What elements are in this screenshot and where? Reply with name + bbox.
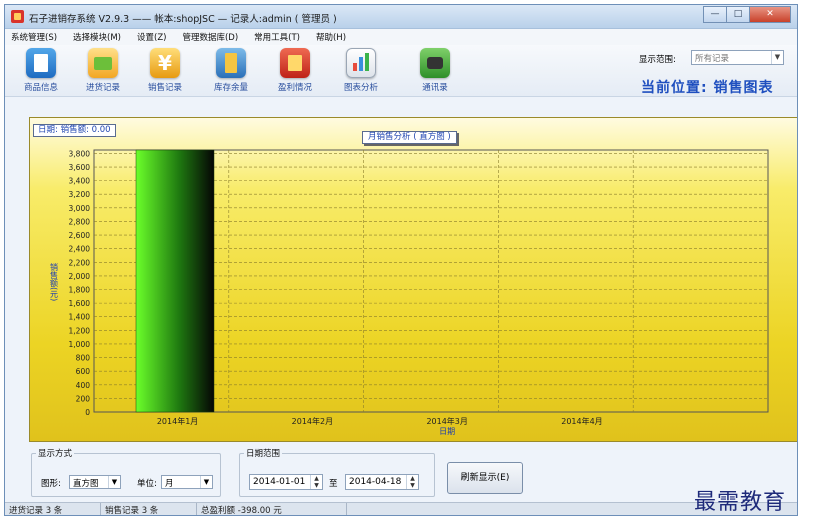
refresh-button[interactable]: 刷新显示(E) (447, 462, 523, 494)
display-mode-group: 显示方式 (31, 447, 221, 497)
close-button[interactable]: ✕ (749, 6, 791, 23)
y-tick-label: 2,600 (69, 231, 91, 240)
to-label: 至 (329, 479, 338, 489)
minimize-button[interactable]: — (703, 6, 727, 23)
y-tick-label: 600 (76, 367, 91, 376)
window-controls: — □ ✕ (703, 6, 791, 23)
y-tick-label: 200 (76, 394, 91, 403)
y-tick-label: 3,200 (69, 190, 91, 199)
x-axis-label: 日期 (439, 427, 455, 436)
sales-chart: 0 200 400 600 800 1,000 1,200 1,400 1,600 1,800 2,… (50, 149, 769, 436)
y-tick-label: 3,000 (69, 204, 91, 213)
date-from-field[interactable]: 2014-01-01 ▲ ▼ (249, 474, 323, 490)
tool-label: 销售记录 (147, 83, 182, 93)
tool-product-info[interactable]: 商品信息 (13, 48, 69, 93)
tool-label: 盈利情况 (277, 83, 312, 93)
tool-label: 图表分析 (343, 83, 378, 93)
menu-settings[interactable]: 设置(Z) (137, 31, 166, 43)
status-purchase-count: 进货记录 3 条 (5, 503, 101, 515)
menu-tools[interactable]: 常用工具(T) (254, 31, 300, 43)
date-to-value: 2014-04-18 (349, 477, 402, 487)
tool-label: 进货记录 (85, 83, 120, 93)
tool-label: 库存余量 (213, 83, 248, 93)
toolbar: 商品信息 进货记录 销售记录 库存余量 盈利情况 图表分析 (5, 45, 797, 97)
spin-arrows-icon[interactable]: ▲ ▼ (406, 475, 418, 489)
y-tick-label: 1,400 (69, 313, 91, 322)
unit-select[interactable]: 月 ▼ (161, 475, 213, 489)
bar (135, 149, 215, 413)
tool-profit[interactable]: 盈利情况 (267, 48, 323, 93)
x-tick-label: 2014年4月 (561, 416, 602, 426)
tool-address-book[interactable]: 通讯录 (407, 48, 463, 93)
status-bar: 进货记录 3 条 销售记录 3 条 总盈利额 -398.00 元 (5, 502, 797, 515)
x-tick-label: 2014年1月 (157, 416, 198, 426)
x-tick-label: 2014年3月 (426, 416, 467, 426)
chevron-down-icon[interactable]: ▼ (771, 51, 783, 64)
menu-bar: 系统管理(S) 选择模块(M) 设置(Z) 管理数据库(D) 常用工具(T) 帮… (5, 29, 797, 45)
tool-label: 通讯录 (422, 83, 448, 93)
y-tick-label: 1,800 (69, 286, 91, 295)
inventory-book-icon (216, 48, 246, 78)
purchase-box-icon (88, 48, 118, 78)
date-range-legend: 日期范围 (246, 449, 281, 459)
range-select[interactable]: 所有记录 ▼ (691, 50, 784, 65)
spin-arrows-icon[interactable]: ▲ ▼ (310, 475, 322, 489)
shape-select[interactable]: 直方图 ▼ (69, 475, 121, 489)
watermark: 最需教育 (694, 490, 787, 515)
tool-label: 商品信息 (23, 83, 58, 93)
y-tick-label: 3,800 (69, 149, 91, 158)
range-label: 显示范围: (639, 55, 676, 65)
app-window: 石子进销存系统 V2.9.3 —— 帐本:shopJSC — 记录人:admin… (4, 4, 798, 516)
y-tick-label: 800 (76, 354, 91, 363)
chart-title: 月销售分析 ( 直方图 ) (362, 131, 457, 144)
unit-label: 单位: (137, 479, 157, 489)
tool-purchase-records[interactable]: 进货记录 (75, 48, 131, 93)
date-sales-box: 日期: 销售额: 0.00 (33, 124, 116, 137)
window-title: 石子进销存系统 V2.9.3 —— 帐本:shopJSC — 记录人:admin… (29, 14, 337, 25)
profit-icon (280, 48, 310, 78)
y-tick-label: 2,800 (69, 217, 91, 226)
date-to-field[interactable]: 2014-04-18 ▲ ▼ (345, 474, 419, 490)
y-tick-label: 3,400 (69, 177, 91, 186)
menu-module[interactable]: 选择模块(M) (73, 31, 121, 43)
y-tick-label: 400 (76, 381, 91, 390)
current-location: 当前位置: 销售图表 (641, 80, 774, 96)
y-tick-label: 3,600 (69, 163, 91, 172)
status-total-profit: 总盈利额 -398.00 元 (197, 503, 347, 515)
tool-inventory[interactable]: 库存余量 (203, 48, 259, 93)
y-tick-label: 1,000 (69, 340, 91, 349)
y-tick-label: 0 (85, 408, 90, 417)
shape-label: 图形: (41, 479, 61, 489)
menu-database[interactable]: 管理数据库(D) (182, 31, 238, 43)
bar-chart-icon (346, 48, 376, 78)
yen-icon (150, 48, 180, 78)
y-tick-label: 1,600 (69, 299, 91, 308)
controls-area: 显示方式 图形: 直方图 ▼ 单位: 月 ▼ 日期范围 2014-01-01 ▲… (5, 445, 797, 503)
phone-icon (420, 48, 450, 78)
document-icon (26, 48, 56, 78)
y-tick-label: 2,400 (69, 245, 91, 254)
range-value: 所有记录 (695, 54, 730, 64)
y-tick-label: 2,200 (69, 258, 91, 267)
maximize-button[interactable]: □ (726, 6, 750, 23)
title-bar: 石子进销存系统 V2.9.3 —— 帐本:shopJSC — 记录人:admin… (5, 5, 797, 29)
shape-value: 直方图 (73, 479, 99, 489)
tool-chart-analysis[interactable]: 图表分析 (333, 48, 389, 93)
date-from-value: 2014-01-01 (253, 477, 306, 487)
chart-panel: 0 200 400 600 800 1,000 1,200 1,400 1,600 1,800 2,… (29, 117, 797, 442)
display-mode-legend: 显示方式 (38, 449, 73, 459)
x-tick-label: 2014年2月 (292, 416, 333, 426)
menu-system[interactable]: 系统管理(S) (11, 31, 57, 43)
tool-sales-records[interactable]: 销售记录 (137, 48, 193, 93)
chevron-down-icon[interactable]: ▼ (108, 476, 120, 488)
y-tick-label: 1,200 (69, 326, 91, 335)
status-sales-count: 销售记录 3 条 (101, 503, 197, 515)
chevron-down-icon[interactable]: ▼ (200, 476, 212, 488)
app-logo-icon (11, 10, 24, 23)
y-tick-label: 2,000 (69, 272, 91, 281)
y-axis-label: 销售额(元) (50, 262, 59, 301)
menu-help[interactable]: 帮助(H) (316, 31, 346, 43)
unit-value: 月 (165, 479, 174, 489)
